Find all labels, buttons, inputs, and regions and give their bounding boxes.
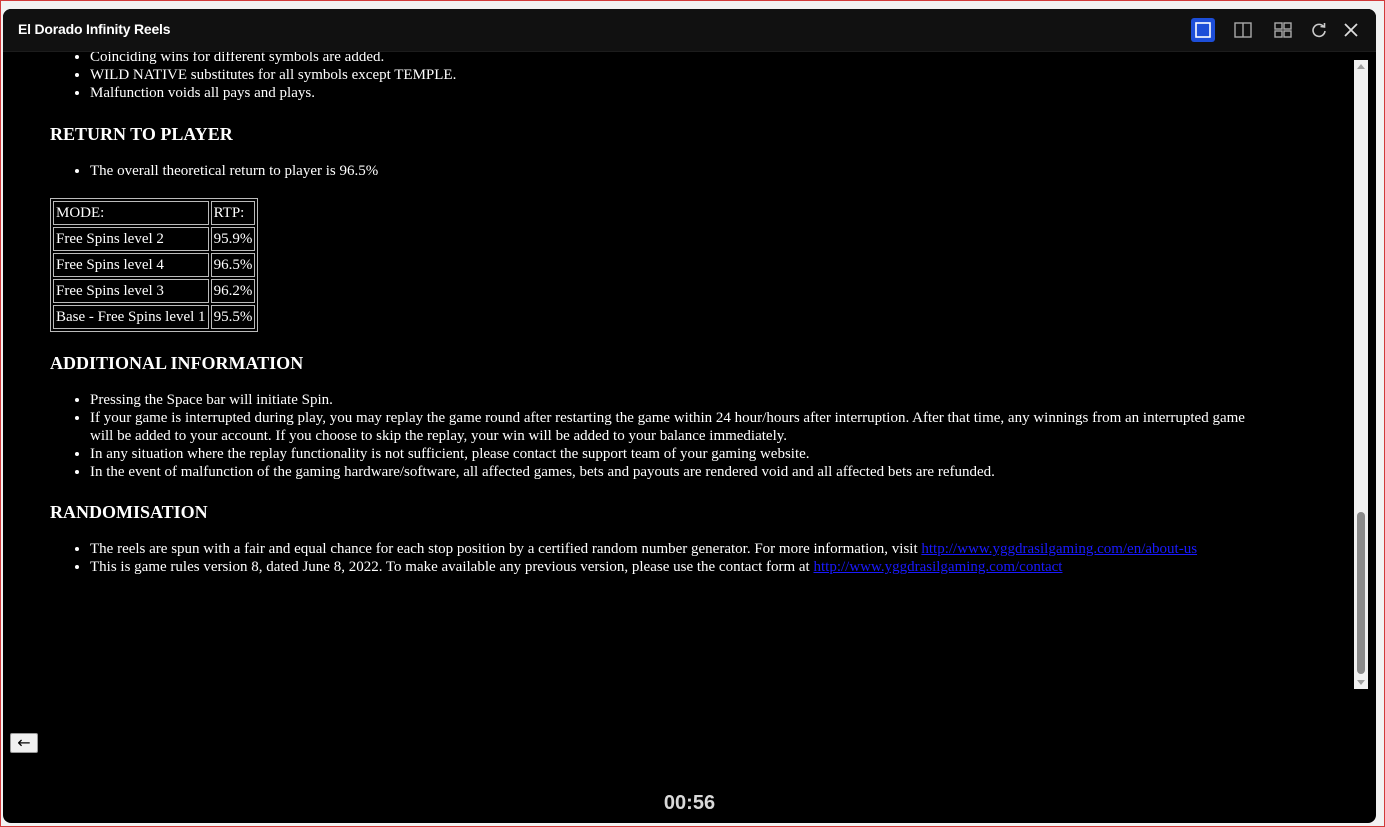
list-item: The reels are spun with a fair and equal… [90, 540, 1270, 558]
window-title: El Dorado Infinity Reels [18, 21, 171, 37]
grid-view-button[interactable] [1271, 18, 1295, 42]
table-row: Free Spins level 3 96.2% [53, 279, 256, 303]
list-item: WILD NATIVE substitutes for all symbols … [90, 66, 1270, 84]
contact-link[interactable]: http://www.yggdrasilgaming.com/contact [813, 559, 1062, 575]
rng-text: The reels are spun with a fair and equal… [90, 541, 922, 557]
reload-icon [1312, 23, 1326, 38]
list-item: In the event of malfunction of the gamin… [90, 463, 1270, 481]
title-bar: El Dorado Infinity Reels [3, 9, 1376, 52]
rtp-list: The overall theoretical return to player… [50, 162, 1270, 180]
table-cell: Base - Free Spins level 1 [53, 305, 209, 329]
list-item: In any situation where the replay functi… [90, 445, 1270, 463]
rtp-table: MODE: RTP: Free Spins level 2 95.9% Free… [50, 198, 259, 332]
scrollbar-thumb[interactable] [1357, 512, 1365, 674]
scroll-up-icon[interactable] [1354, 60, 1368, 74]
close-icon [1344, 23, 1358, 37]
list-item: If your game is interrupted during play,… [90, 409, 1270, 445]
list-item: Pressing the Space bar will initiate Spi… [90, 391, 1270, 409]
version-text: This is game rules version 8, dated June… [90, 559, 814, 575]
additional-info-list: Pressing the Space bar will initiate Spi… [50, 391, 1270, 481]
split-view-button[interactable] [1231, 18, 1255, 42]
list-item: This is game rules version 8, dated June… [90, 558, 1270, 576]
table-row: Base - Free Spins level 1 95.5% [53, 305, 256, 329]
table-cell: 95.5% [210, 305, 256, 329]
list-item: Coinciding wins for different symbols ar… [90, 52, 1270, 66]
reload-button[interactable] [1307, 18, 1331, 42]
table-cell: Free Spins level 2 [53, 227, 209, 251]
table-cell: 95.9% [210, 227, 256, 251]
table-header-row: MODE: RTP: [53, 201, 256, 225]
list-item: Malfunction voids all pays and plays. [90, 84, 1270, 102]
close-button[interactable] [1339, 18, 1363, 42]
table-cell: Free Spins level 4 [53, 253, 209, 277]
vertical-scrollbar[interactable] [1354, 60, 1368, 689]
rules-content: Coinciding wins for different symbols ar… [3, 52, 1353, 697]
table-header-cell: MODE: [53, 201, 209, 225]
table-row: Free Spins level 4 96.5% [53, 253, 256, 277]
single-view-button[interactable] [1191, 18, 1215, 42]
table-cell: Free Spins level 3 [53, 279, 209, 303]
list-item: The overall theoretical return to player… [90, 162, 1270, 180]
randomisation-list: The reels are spun with a fair and equal… [50, 540, 1270, 576]
top-rules-list: Coinciding wins for different symbols ar… [50, 52, 1270, 102]
table-cell: 96.5% [210, 253, 256, 277]
split-view-icon [1234, 22, 1252, 38]
additional-info-heading: ADDITIONAL INFORMATION [50, 353, 304, 373]
single-view-icon [1195, 22, 1211, 38]
table-header-cell: RTP: [210, 201, 256, 225]
grid-view-icon [1274, 22, 1292, 38]
table-cell: 96.2% [210, 279, 256, 303]
back-button[interactable]: ← [10, 733, 38, 753]
about-us-link[interactable]: http://www.yggdrasilgaming.com/en/about-… [921, 541, 1197, 557]
session-timer: 00:56 [663, 792, 716, 814]
table-row: Free Spins level 2 95.9% [53, 227, 256, 251]
scroll-down-icon[interactable] [1354, 675, 1368, 689]
app-window: El Dorado Infinity Reels • Coinciding wi… [3, 9, 1376, 823]
randomisation-heading: RANDOMISATION [50, 502, 208, 522]
rtp-heading: RETURN TO PLAYER [50, 124, 233, 144]
